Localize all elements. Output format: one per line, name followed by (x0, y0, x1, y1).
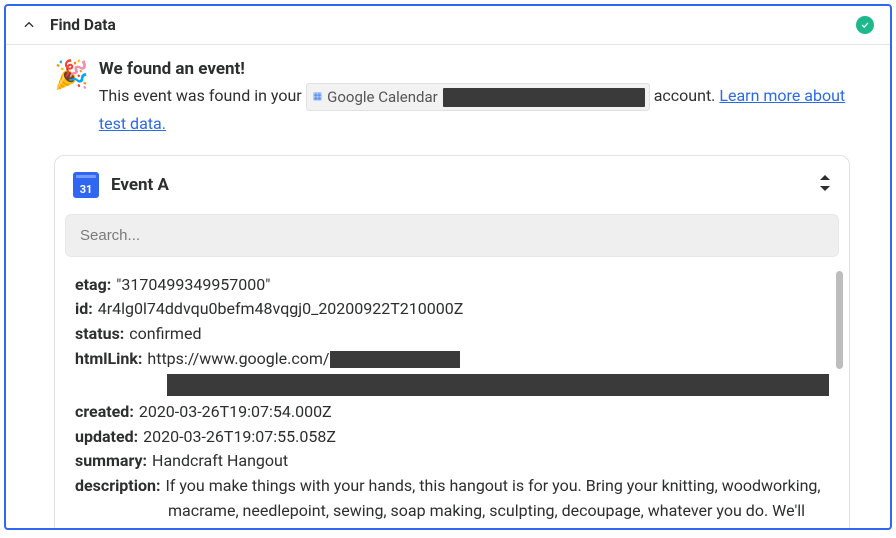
scrollbar[interactable] (835, 269, 843, 530)
field-description-cont2: show off our crafts, exchange ideas, and… (75, 524, 829, 530)
calendar-icon: 31 (73, 172, 99, 198)
panel-body: 🎉 We found an event! This event was foun… (6, 45, 890, 530)
panel-title: Find Data (50, 16, 116, 34)
found-title: We found an event! (99, 59, 850, 79)
redacted-account (443, 88, 645, 107)
found-prefix: This event was found in your (99, 86, 302, 105)
found-subtitle: This event was found in your ▦ Google Ca… (99, 83, 850, 137)
field-etag: etag: "3170499349957000" (75, 273, 829, 298)
field-id: id: 4r4lg0l74ddvqu0befm48vqgj0_20200922T… (75, 297, 829, 322)
sort-up-down-icon[interactable] (819, 175, 831, 195)
event-data-list: etag: "3170499349957000" id: 4r4lg0l74dd… (55, 269, 849, 530)
search-wrap (55, 214, 849, 269)
redacted-link-tail (330, 351, 460, 368)
scrollbar-thumb[interactable] (836, 271, 843, 369)
status-success-icon (856, 16, 874, 34)
event-card: 31 Event A etag: "3170499349957000" i (54, 155, 850, 530)
field-updated: updated: 2020-03-26T19:07:55.058Z (75, 425, 829, 450)
party-popper-icon: 🎉 (54, 61, 89, 137)
panel-header[interactable]: Find Data (6, 6, 890, 45)
event-selector[interactable]: 31 Event A (55, 156, 849, 214)
field-created: created: 2020-03-26T19:07:54.000Z (75, 400, 829, 425)
field-status: status: confirmed (75, 322, 829, 347)
field-description: description: If you make things with you… (75, 474, 829, 499)
event-title: Event A (111, 175, 807, 195)
redacted-block (167, 374, 829, 396)
search-input[interactable] (65, 214, 839, 257)
find-data-panel: Find Data 🎉 We found an event! This even… (4, 4, 892, 530)
account-pill: ▦ Google Calendar (306, 83, 650, 111)
google-calendar-mini-icon: ▦ (313, 89, 322, 105)
found-banner: 🎉 We found an event! This event was foun… (54, 59, 850, 137)
service-label: Google Calendar (327, 85, 438, 109)
field-description-cont: macrame, needlepoint, sewing, soap makin… (75, 499, 829, 524)
field-summary: summary: Handcraft Hangout (75, 449, 829, 474)
chevron-up-icon[interactable] (22, 18, 36, 32)
found-suffix: account. (654, 86, 716, 105)
field-htmllink: htmlLink: https://www.google.com/ (75, 347, 829, 372)
